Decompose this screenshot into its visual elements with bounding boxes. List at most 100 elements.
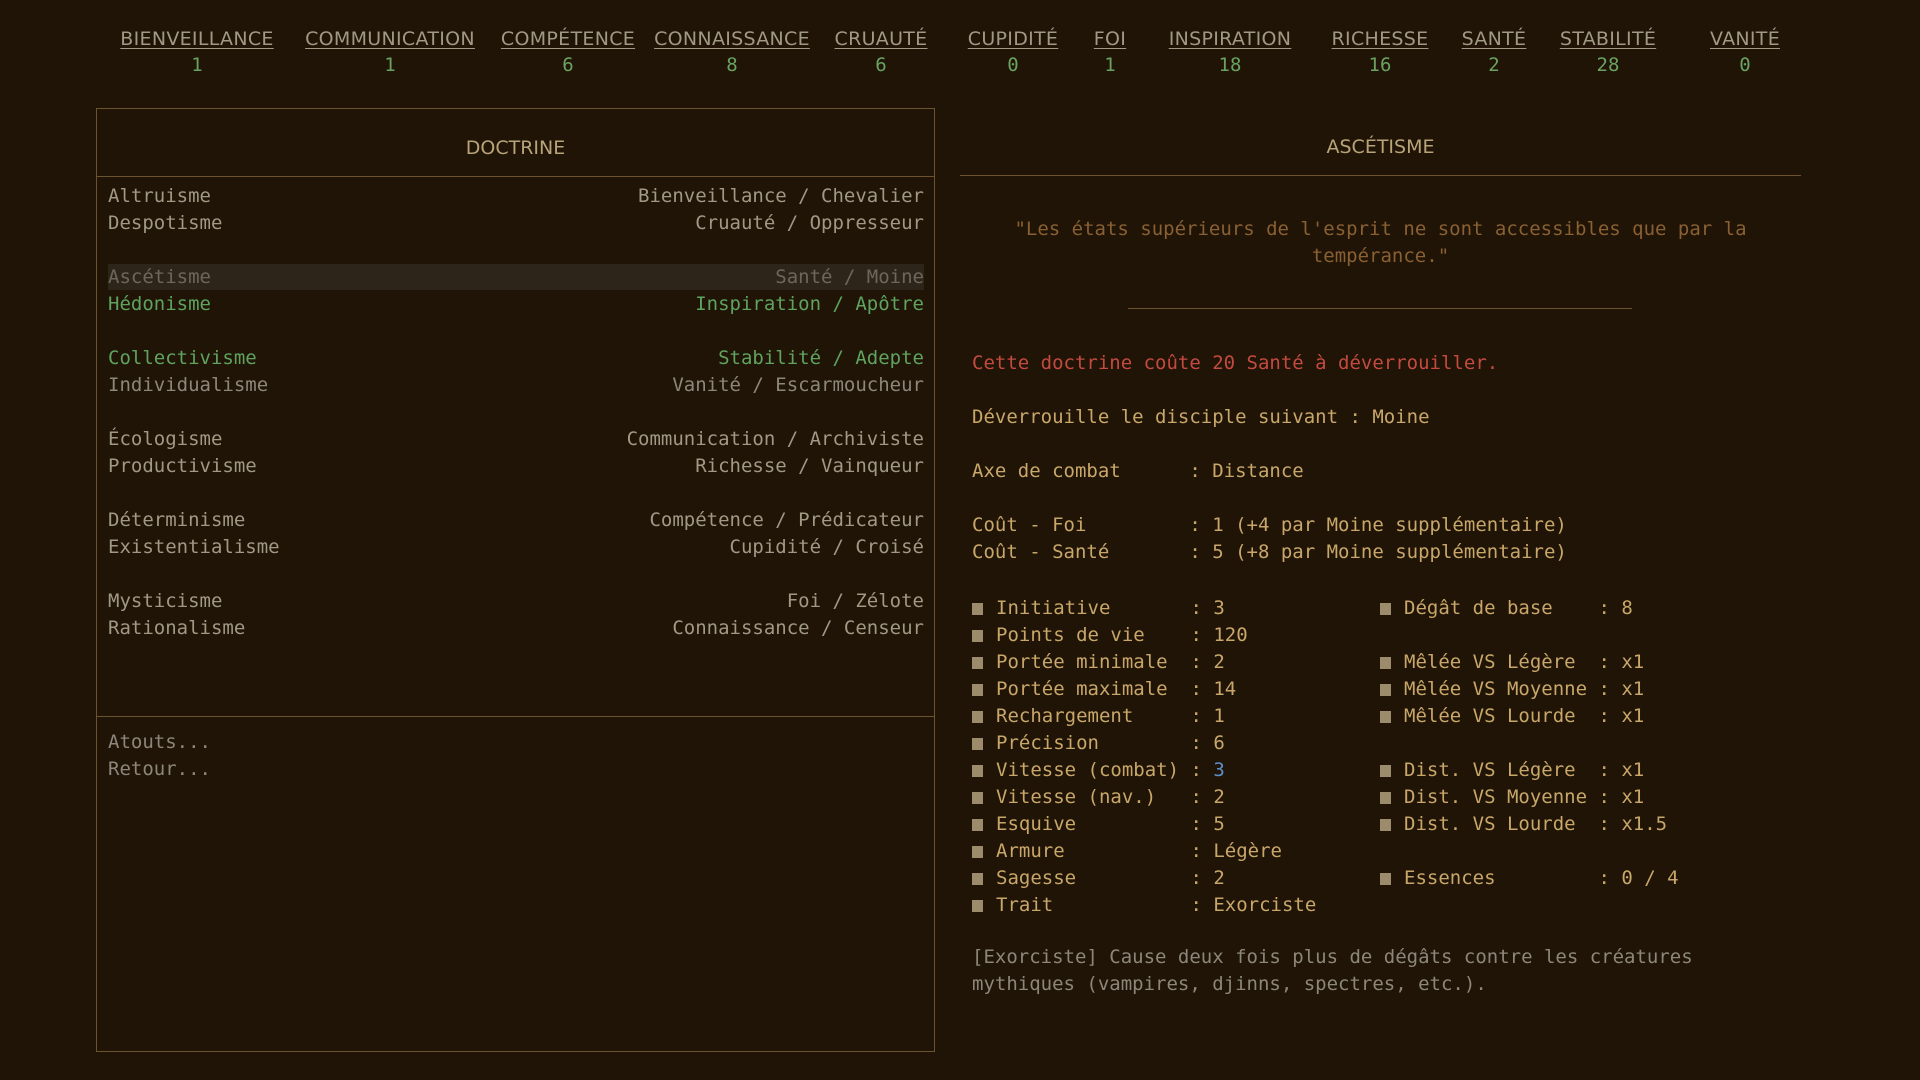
resource-value: 6	[562, 54, 574, 76]
square-bullet-icon	[972, 765, 983, 777]
perks-menu-item[interactable]: Atouts...	[108, 729, 211, 755]
square-bullet-icon	[1380, 603, 1391, 615]
resource-11: VANITÉ 0	[1710, 28, 1780, 76]
doctrine-path: Compétence / Prédicateur	[649, 509, 924, 531]
resource-5: CUPIDITÉ 0	[968, 28, 1058, 76]
resource-name: CRUAUTÉ	[834, 28, 928, 50]
square-bullet-icon	[1380, 765, 1391, 777]
resource-name: VANITÉ	[1709, 28, 1781, 50]
doctrine-row[interactable]: Déterminisme Compétence / Prédicateur	[108, 507, 924, 533]
doctrine-name: Déterminisme	[108, 509, 246, 531]
doctrine-row[interactable]: Collectivisme Stabilité / Adepte	[108, 345, 924, 371]
stat-label: Trait	[996, 894, 1191, 916]
doctrine-path: Bienveillance / Chevalier	[638, 185, 924, 207]
stat-value: x1	[1621, 705, 1645, 727]
stat-label: Dist. VS Légère	[1404, 759, 1599, 781]
doctrine-name: Ascétisme	[108, 266, 211, 288]
square-bullet-icon	[972, 900, 983, 912]
doctrine-row[interactable]: Individualisme Vanité / Escarmoucheur	[108, 372, 924, 398]
doctrine-path: Inspiration / Apôtre	[695, 293, 924, 315]
doctrine-row[interactable]: Productivisme Richesse / Vainqueur	[108, 453, 924, 479]
unlocks-disciple-text: Déverrouille le disciple suivant : Moine	[972, 406, 1430, 428]
doctrine-row[interactable]: Mysticisme Foi / Zélote	[108, 588, 924, 614]
doctrine-name: Mysticisme	[108, 590, 223, 612]
doctrine-row[interactable]: Altruisme Bienveillance / Chevalier	[108, 183, 924, 209]
stat-row: Rechargement : 1	[972, 703, 1225, 730]
stat-label: Essences	[1404, 867, 1599, 889]
resource-value: 28	[1596, 54, 1620, 76]
square-bullet-icon	[1380, 657, 1391, 669]
resource-value: 2	[1488, 54, 1500, 76]
doctrine-path: Foi / Zélote	[786, 590, 924, 612]
stat-label: Précision	[996, 732, 1191, 754]
doctrine-detail-panel: ASCÉTISME "Les états supérieurs de l'esp…	[960, 108, 1801, 1052]
stat-row: Dégât de base : 8	[1380, 595, 1633, 622]
stat-label: Rechargement	[996, 705, 1191, 727]
stat-label: Portée minimale	[996, 651, 1191, 673]
stat-value: 5	[1213, 813, 1225, 835]
resource-name: INSPIRATION	[1168, 28, 1292, 50]
stat-value: 2	[1213, 867, 1225, 889]
stat-label: Dist. VS Moyenne	[1404, 786, 1599, 808]
stat-label: Sagesse	[996, 867, 1191, 889]
doctrine-row[interactable]: Ascétisme Santé / Moine	[108, 264, 924, 290]
stat-value: 1	[1213, 705, 1225, 727]
doctrine-row[interactable]: Écologisme Communication / Archiviste	[108, 426, 924, 452]
stat-value: x1	[1621, 678, 1645, 700]
stat-value: x1	[1621, 786, 1645, 808]
divider	[97, 716, 934, 717]
stat-label: Initiative	[996, 597, 1191, 619]
resource-value: 1	[384, 54, 396, 76]
doctrine-path: Vanité / Escarmoucheur	[672, 374, 924, 396]
resource-9: SANTÉ 2	[1462, 28, 1527, 76]
resource-value: 1	[191, 54, 203, 76]
stat-label: Dégât de base	[1404, 597, 1599, 619]
resource-4: CRUAUTÉ 6	[835, 28, 928, 76]
square-bullet-icon	[972, 738, 983, 750]
doctrine-row[interactable]: Hédonisme Inspiration / Apôtre	[108, 291, 924, 317]
doctrine-quote: "Les états supérieurs de l'esprit ne son…	[1014, 218, 1747, 267]
stat-value: Exorciste	[1213, 894, 1317, 916]
back-menu-item[interactable]: Retour...	[108, 756, 211, 782]
stat-label: Mêlée VS Moyenne	[1404, 678, 1599, 700]
resource-name: CONNAISSANCE	[654, 28, 810, 50]
unlock-cost-text: Cette doctrine coûte 20 Santé à déverrou…	[972, 352, 1499, 374]
stat-row: Précision : 6	[972, 730, 1225, 757]
resource-bar: BIENVEILLANCE 1 COMMUNICATION 1 COMPÉTENCE 6 C…	[0, 28, 1920, 88]
stat-label: Vitesse (nav.)	[996, 786, 1191, 808]
resource-value: 18	[1218, 54, 1242, 76]
stat-row: Sagesse : 2	[972, 865, 1225, 892]
stat-value: Légère	[1213, 840, 1282, 862]
square-bullet-icon	[1380, 873, 1391, 885]
stat-label: Esquive	[996, 813, 1191, 835]
doctrine-row[interactable]: Rationalisme Connaissance / Censeur	[108, 615, 924, 641]
stat-row: Mêlée VS Moyenne : x1	[1380, 676, 1644, 703]
square-bullet-icon	[972, 603, 983, 615]
square-bullet-icon	[1380, 792, 1391, 804]
stat-row: Vitesse (nav.) : 2	[972, 784, 1225, 811]
trait-description: [Exorciste] Cause deux fois plus de dégâ…	[972, 946, 1693, 995]
resource-value: 6	[875, 54, 887, 76]
doctrine-row[interactable]: Despotisme Cruauté / Oppresseur	[108, 210, 924, 236]
stat-label: Armure	[996, 840, 1191, 862]
faith-cost-text: Coût - Foi : 1 (+4 par Moine supplémenta…	[972, 514, 1567, 536]
resource-6: FOI 1	[1094, 28, 1126, 76]
stat-label: Points de vie	[996, 624, 1191, 646]
doctrine-row[interactable]: Existentialisme Cupidité / Croisé	[108, 534, 924, 560]
doctrine-path: Cruauté / Oppresseur	[695, 212, 924, 234]
stat-label: Mêlée VS Lourde	[1404, 705, 1599, 727]
stat-row: Portée maximale : 14	[972, 676, 1236, 703]
stat-value: 2	[1213, 786, 1225, 808]
resource-name: FOI	[1093, 28, 1127, 50]
stat-value: 0 / 4	[1621, 867, 1679, 889]
resource-name: STABILITÉ	[1559, 28, 1657, 50]
stat-row: Portée minimale : 2	[972, 649, 1225, 676]
panel-title: DOCTRINE	[465, 137, 566, 159]
square-bullet-icon	[1380, 711, 1391, 723]
resource-value: 0	[1739, 54, 1751, 76]
divider	[960, 175, 1801, 176]
stat-row: Dist. VS Légère : x1	[1380, 757, 1644, 784]
stat-row: Esquive : 5	[972, 811, 1225, 838]
resource-value: 8	[726, 54, 738, 76]
stat-value: x1.5	[1621, 813, 1668, 835]
